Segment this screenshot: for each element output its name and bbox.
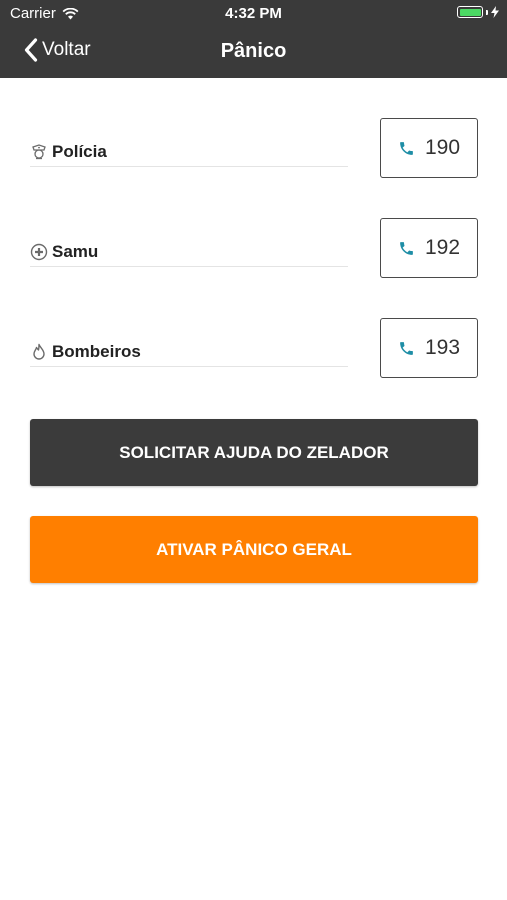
phone-number: 192 <box>424 236 461 259</box>
call-policia-button[interactable]: 190 <box>380 118 478 178</box>
battery-tip <box>486 9 488 15</box>
activate-general-panic-label: ATIVAR PÂNICO GERAL <box>156 539 352 559</box>
navigation-bar: Voltar Pânico <box>0 28 507 78</box>
contact-row-samu: Samu 192 <box>30 218 478 280</box>
status-time: 4:32 PM <box>225 5 282 22</box>
battery-indicator <box>457 6 499 18</box>
medical-cross-icon <box>30 243 48 261</box>
request-caretaker-help-button[interactable]: SOLICITAR AJUDA DO ZELADOR <box>30 419 478 486</box>
panic-screen: Carrier 4:32 PM Voltar Pânico Polícia 19… <box>0 0 507 900</box>
top-bar: Carrier 4:32 PM Voltar Pânico <box>0 0 507 78</box>
page-title: Pânico <box>220 40 287 62</box>
status-bar: Carrier 4:32 PM <box>0 0 507 28</box>
call-bombeiros-button[interactable]: 193 <box>380 318 478 378</box>
contact-label-field: Samu <box>30 238 348 267</box>
request-caretaker-help-label: SOLICITAR AJUDA DO ZELADOR <box>119 442 389 462</box>
contact-label: Polícia <box>52 142 107 161</box>
activate-general-panic-button[interactable]: ATIVAR PÂNICO GERAL <box>30 516 478 583</box>
phone-icon <box>400 341 413 355</box>
phone-icon <box>400 141 413 155</box>
contact-label-field: Bombeiros <box>30 338 348 367</box>
phone-icon <box>400 241 413 255</box>
call-samu-button[interactable]: 192 <box>380 218 478 278</box>
flame-icon <box>33 343 45 360</box>
contact-label-field: Polícia <box>30 138 348 167</box>
contact-row-policia: Polícia 190 <box>30 118 478 180</box>
contact-label: Bombeiros <box>52 342 141 361</box>
charging-bolt-icon <box>491 6 499 18</box>
battery-level <box>459 8 481 16</box>
contact-label: Samu <box>52 242 99 261</box>
battery-icon <box>457 6 483 18</box>
contact-row-bombeiros: Bombeiros 193 <box>30 318 478 380</box>
phone-number: 190 <box>424 136 461 159</box>
police-icon <box>32 144 46 160</box>
phone-number: 193 <box>424 336 461 359</box>
